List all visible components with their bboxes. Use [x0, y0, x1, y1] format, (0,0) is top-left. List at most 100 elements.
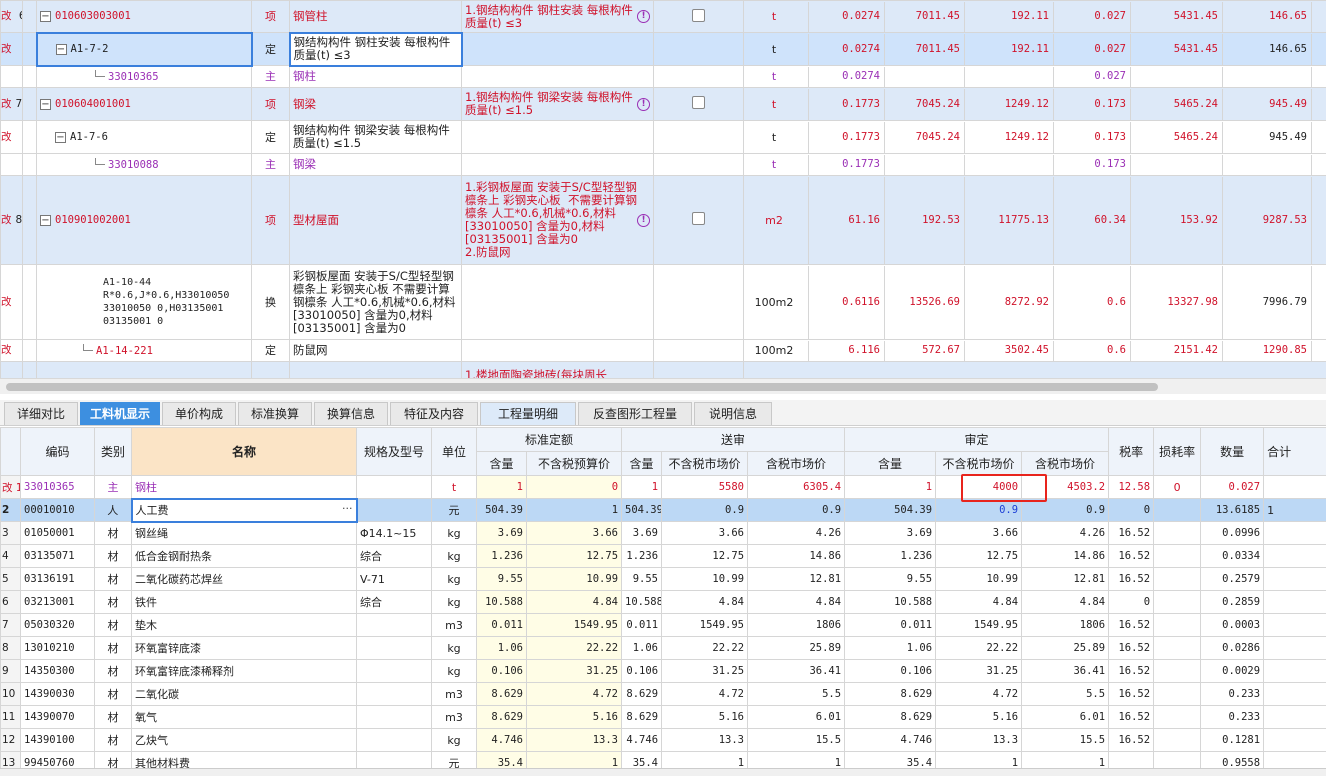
feature-cell[interactable]: 1.彩钢板屋面 安装于S/C型轻型钢檩条上 彩钢夹心板 不需要计算钢檩条 人工*… [461, 175, 654, 265]
send-market-in-cell[interactable]: 12.81 [747, 567, 846, 591]
name-cell[interactable]: 型材屋面 [289, 175, 462, 265]
name-cell[interactable] [289, 361, 462, 378]
send-qty-cell[interactable]: 0.106 [621, 659, 663, 683]
code-cell[interactable]: −010603003001 [36, 0, 252, 33]
type-cell[interactable]: 材 [94, 613, 132, 637]
row-number[interactable]: 11 [0, 705, 21, 729]
total-cell[interactable] [1263, 613, 1326, 637]
audit-market-ex-cell[interactable]: 10.99 [935, 567, 1023, 591]
audit-qty-cell[interactable]: 4.746 [844, 728, 937, 752]
tax-cell[interactable]: 0 [1108, 498, 1155, 522]
total-cell[interactable] [1263, 705, 1326, 729]
type-cell[interactable] [251, 361, 290, 378]
value-price[interactable]: 7011.45 [885, 1, 965, 32]
send-market-in-cell[interactable]: 1806 [747, 613, 846, 637]
name-cell[interactable]: 钢丝绳 [131, 521, 357, 545]
tax-cell[interactable]: 16.52 [1108, 705, 1155, 729]
name-cell[interactable]: 环氧富锌底漆稀释剂 [131, 659, 357, 683]
value-qty[interactable]: 6.116 [809, 340, 885, 361]
code-cell[interactable]: −010901002001 [36, 175, 252, 265]
std-price-cell[interactable]: 3.66 [525, 521, 623, 545]
resource-row[interactable]: 6 03213001 材 铁件 综合 kg 10.588 4.84 10.588 4.84 4.84… [0, 590, 1326, 614]
send-market-ex-cell[interactable]: 5.16 [661, 705, 749, 729]
send-market-ex-header[interactable]: 不含税市场价 [661, 451, 749, 476]
type-cell[interactable]: 主 [94, 475, 132, 499]
row-number[interactable]: 8 [0, 636, 21, 660]
feature-cell[interactable] [461, 65, 654, 88]
type-cell[interactable]: 主 [251, 153, 290, 176]
send-market-in-cell[interactable]: 25.89 [747, 636, 846, 660]
value-price[interactable]: 7045.24 [885, 88, 965, 120]
send-market-ex-cell[interactable]: 0.9 [661, 498, 749, 522]
code-cell[interactable]: 14350300 [20, 659, 95, 683]
lock-checkbox-cell[interactable] [653, 87, 744, 121]
send-market-ex-cell[interactable]: 10.99 [661, 567, 749, 591]
total-cell[interactable] [1263, 659, 1326, 683]
lock-checkbox-cell[interactable] [653, 120, 744, 154]
value-qty[interactable]: 0.1773 [809, 154, 885, 175]
value-price2[interactable] [1131, 154, 1223, 175]
tab-4[interactable]: 换算信息 [314, 402, 388, 425]
row-number[interactable]: 3 [0, 521, 21, 545]
resource-row[interactable]: 12 14390100 材 乙炔气 kg 4.746 13.3 4.746 13.3 15.5 4.… [0, 728, 1326, 752]
std-price-cell[interactable]: 22.22 [525, 636, 623, 660]
bill-row[interactable]: 改 6−010603003001项钢管柱1.钢结构构件 钢柱安装 每根构件质量(… [0, 0, 1326, 33]
tab-5[interactable]: 特征及内容 [390, 402, 478, 425]
value-total[interactable]: 11775.13 [965, 176, 1054, 264]
code-cell[interactable]: 01050001 [20, 521, 95, 545]
type-cell[interactable]: 定 [251, 120, 290, 154]
name-cell[interactable]: 环氧富锌底漆 [131, 636, 357, 660]
send-market-ex-cell[interactable]: 31.25 [661, 659, 749, 683]
send-qty-cell[interactable]: 504.39 [621, 498, 663, 522]
name-cell[interactable]: 二氧化碳药芯焊丝 [131, 567, 357, 591]
total-cell[interactable] [1263, 636, 1326, 660]
audit-market-ex-cell[interactable]: 13.3 [935, 728, 1023, 752]
value-qty2[interactable]: 0.027 [1054, 1, 1131, 32]
std-price-cell[interactable]: 5.16 [525, 705, 623, 729]
value-qty2[interactable]: 0.173 [1054, 154, 1131, 175]
value-total2[interactable]: 945.49 [1223, 121, 1312, 153]
code-cell[interactable]: 05030320 [20, 613, 95, 637]
spec-cell[interactable]: 综合 [356, 544, 432, 568]
code-cell[interactable]: A1-10-44 R*0.6,J*0.6,H33010050 33010050 … [36, 264, 252, 340]
code-cell[interactable]: −010604001001 [36, 87, 252, 121]
audit-market-ex-cell[interactable]: 3.66 [935, 521, 1023, 545]
value-price2[interactable]: 153.92 [1131, 176, 1223, 264]
send-market-ex-cell[interactable]: 5580 [661, 475, 749, 499]
send-qty-cell[interactable]: 8.629 [621, 705, 663, 729]
row-number[interactable]: 10 [0, 682, 21, 706]
tab-2[interactable]: 单价构成 [162, 402, 236, 425]
loss-cell[interactable] [1153, 567, 1202, 591]
resource-row[interactable]: 9 14350300 材 环氧富锌底漆稀释剂 kg 0.106 31.25 0.106 31.2… [0, 659, 1326, 683]
row-number[interactable]: 12 [0, 728, 21, 752]
resource-row[interactable]: 7 05030320 材 垫木 m3 0.011 1549.95 0.011 1549.95 18… [0, 613, 1326, 637]
code-header[interactable]: 编码 [20, 427, 95, 476]
resource-row[interactable]: 4 03135071 材 低合金钢耐热条 综合 kg 1.236 12.75 1.236 12.7… [0, 544, 1326, 568]
spec-cell[interactable] [356, 682, 432, 706]
feature-cell[interactable] [461, 153, 654, 176]
name-cell[interactable]: 钢结构构件 钢梁安装 每根构件质量(t) ≤1.5 [289, 120, 462, 154]
tax-cell[interactable]: 16.52 [1108, 659, 1155, 683]
name-cell[interactable]: 垫木 [131, 613, 357, 637]
bill-row[interactable]: 改 A1-14-221 定防鼠网 100m2 6.116 572.67 3502.45 0.6… [0, 339, 1326, 362]
amount-cell[interactable]: 0.0003 [1200, 613, 1265, 637]
lock-checkbox[interactable] [692, 8, 705, 22]
type-cell[interactable]: 项 [251, 0, 290, 33]
audit-market-in-header[interactable]: 含税市场价 [1021, 451, 1110, 476]
type-cell[interactable]: 定 [251, 32, 290, 66]
tab-3[interactable]: 标准换算 [238, 402, 312, 425]
std-price-cell[interactable]: 1549.95 [525, 613, 623, 637]
type-cell[interactable]: 材 [94, 590, 132, 614]
total-cell[interactable] [1263, 590, 1326, 614]
name-cell[interactable]: 低合金钢耐热条 [131, 544, 357, 568]
send-market-in-cell[interactable]: 14.86 [747, 544, 846, 568]
send-qty-cell[interactable]: 3.69 [621, 521, 663, 545]
type-cell[interactable]: 人 [94, 498, 132, 522]
value-qty[interactable]: 61.16 [809, 176, 885, 264]
audit-market-in-cell[interactable]: 4.26 [1021, 521, 1110, 545]
type-cell[interactable]: 定 [251, 339, 290, 362]
value-unit[interactable]: t [745, 33, 809, 65]
value-unit[interactable]: 100m2 [745, 340, 809, 361]
collapse-icon[interactable]: − [40, 214, 51, 226]
value-qty2[interactable]: 0.173 [1054, 88, 1131, 120]
